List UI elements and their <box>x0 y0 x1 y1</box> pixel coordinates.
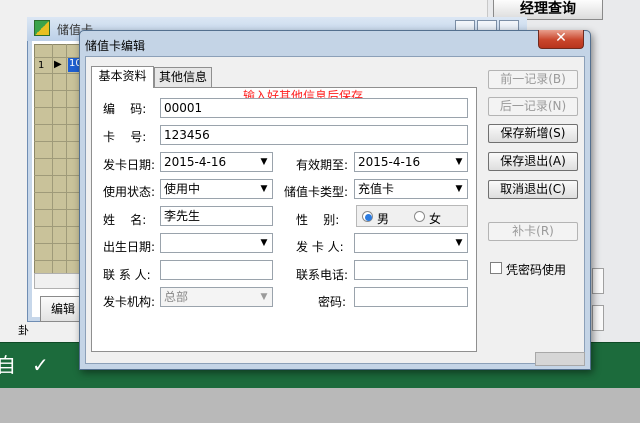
password-use-checkbox[interactable] <box>490 262 502 274</box>
grid-line <box>34 209 84 210</box>
dropdown-arrow-icon[interactable]: ▼ <box>452 181 466 197</box>
gender-female-radio[interactable] <box>414 211 425 222</box>
app-icon <box>34 20 50 36</box>
card-no-input[interactable]: 123456 <box>160 125 468 145</box>
code-label: 编 码: <box>103 102 147 116</box>
org-label: 发卡机构: <box>103 295 156 309</box>
phone-label: 联系电话: <box>296 268 349 282</box>
contact-input[interactable] <box>160 260 273 280</box>
password-label: 密码: <box>318 295 347 309</box>
birth-date-label: 出生日期: <box>103 240 156 254</box>
dropdown-arrow-icon[interactable]: ▼ <box>452 154 466 170</box>
close-button[interactable]: ✕ <box>538 30 584 49</box>
next-record-button[interactable]: 后一记录(N) <box>488 97 578 116</box>
phone-input[interactable] <box>354 260 468 280</box>
card-type-select[interactable]: 充值卡 ▼ <box>354 179 468 199</box>
save-exit-button[interactable]: 保存退出(A) <box>488 152 578 171</box>
issue-date-label: 发卡日期: <box>103 158 156 172</box>
right-strip-control <box>592 268 604 294</box>
status-label: 使用状态: <box>103 185 156 199</box>
desktop-area <box>0 388 640 423</box>
issue-date-value: 2015-4-16 <box>164 155 227 169</box>
gender-female-label: 女 <box>429 212 442 226</box>
grid-line <box>34 124 84 125</box>
dropdown-arrow-icon[interactable]: ▼ <box>257 181 271 197</box>
tab-other-info[interactable]: 其他信息 <box>154 67 212 87</box>
grid-row-pointer-icon: ▶ <box>54 59 62 70</box>
gender-male-label: 男 <box>377 212 390 226</box>
gender-label: 性 别: <box>296 213 340 227</box>
prev-record-button[interactable]: 前一记录(B) <box>488 70 578 89</box>
org-select: 总部 ▼ <box>160 287 273 307</box>
dropdown-arrow-icon[interactable]: ▼ <box>452 235 466 251</box>
issuer-select[interactable]: ▼ <box>354 233 468 253</box>
dialog-status-cell <box>535 352 585 366</box>
tab-basic-info[interactable]: 基本资料 <box>91 66 154 88</box>
name-input[interactable]: 李先生 <box>160 206 273 226</box>
dropdown-arrow-icon: ▼ <box>260 292 268 302</box>
dropdown-arrow-icon[interactable]: ▼ <box>257 154 271 170</box>
left-stub-label: 卦 <box>18 324 29 337</box>
contact-label: 联 系 人: <box>103 268 151 282</box>
issue-date-picker[interactable]: 2015-4-16 ▼ <box>160 152 273 172</box>
password-use-label: 凭密码使用 <box>506 263 567 277</box>
grid-line <box>34 141 84 142</box>
card-type-label: 储值卡类型: <box>284 185 349 199</box>
expiry-value: 2015-4-16 <box>358 155 421 169</box>
grid-line <box>34 192 84 193</box>
right-strip-control <box>592 305 604 331</box>
gender-male-radio[interactable] <box>362 211 373 222</box>
grid-line <box>34 158 84 159</box>
issuer-label: 发 卡 人: <box>296 240 344 254</box>
dialog-title: 储值卡编辑 <box>85 39 146 53</box>
password-input[interactable] <box>354 287 468 307</box>
dropdown-arrow-icon[interactable]: ▼ <box>257 235 271 251</box>
card-type-value: 充值卡 <box>358 182 395 196</box>
grid-line <box>52 44 53 278</box>
org-value: 总部 <box>164 290 189 304</box>
grid-line <box>34 107 84 108</box>
cancel-exit-button[interactable]: 取消退出(C) <box>488 180 578 199</box>
birth-date-picker[interactable]: ▼ <box>160 233 273 253</box>
status-select[interactable]: 使用中 ▼ <box>160 179 273 199</box>
grid-line <box>34 175 84 176</box>
taskbar-doc-icon[interactable]: 自 <box>0 355 16 375</box>
horizontal-scrollbar[interactable] <box>34 273 84 289</box>
grid-line <box>34 243 84 244</box>
grid-line <box>34 260 84 261</box>
expiry-label: 有效期至: <box>296 158 349 172</box>
save-new-button[interactable]: 保存新增(S) <box>488 124 578 143</box>
taskbar-check-icon[interactable]: ✓ <box>32 355 49 375</box>
name-label: 姓 名: <box>103 213 147 227</box>
card-no-label: 卡 号: <box>103 130 147 144</box>
grid-line <box>66 44 67 278</box>
code-input[interactable]: 00001 <box>160 98 468 118</box>
status-value: 使用中 <box>164 182 201 196</box>
grid-line <box>34 226 84 227</box>
grid-line <box>34 90 84 91</box>
grid-row-number: 1 <box>38 60 45 71</box>
grid-line <box>34 73 84 74</box>
expiry-date-picker[interactable]: 2015-4-16 ▼ <box>354 152 468 172</box>
reissue-card-button[interactable]: 补卡(R) <box>488 222 578 241</box>
